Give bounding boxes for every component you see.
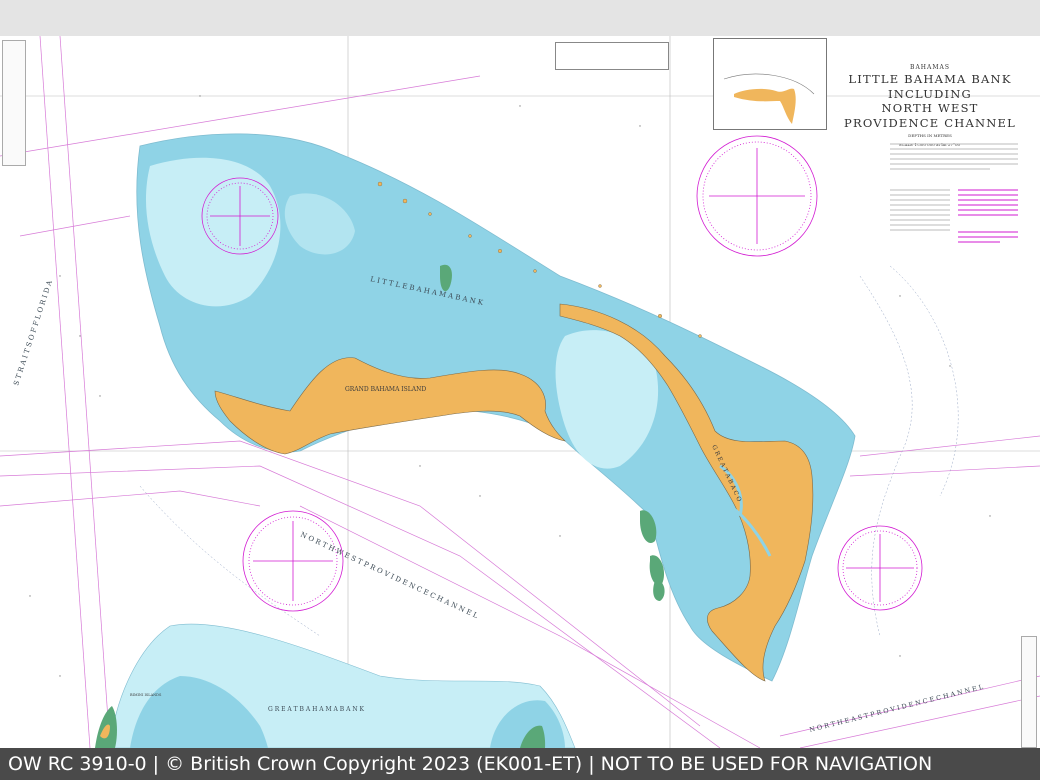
chart-title-line-3: NORTH WEST [881,101,979,115]
notes-lines [890,143,1018,243]
inset-map-svg [723,73,815,124]
label-straits-of-florida: S T R A I T S O F F L O R I D A [12,279,54,387]
chart-title-block: BAHAMAS LITTLE BAHAMA BANK INCLUDING NOR… [832,64,1028,147]
label-nw-providence-channel: N O R T H W E S T P R O V I D E N C E C … [299,531,479,621]
compass-rose-west [201,177,279,255]
top-bar [0,0,1040,36]
latitude-scale-right [1021,636,1037,748]
copyright-footer: OW RC 3910-0 | © British Crown Copyright… [0,748,1040,780]
compass-rose-east [696,135,818,257]
chart-title-line-1: LITTLE BAHAMA BANK [848,72,1012,86]
chart-title-line-2: INCLUDING [888,86,972,101]
tidal-table [555,42,669,70]
latitude-scale-left [2,40,26,166]
label-great-bahama-bank: G R E A T B A H A M A B A N K [268,706,365,713]
inset-location-map [713,38,827,130]
compass-rose-southeast [837,525,923,611]
label-ne-providence-channel: N O R T H E A S T P R O V I D E N C E C … [809,683,985,734]
chart-notes [890,140,1020,261]
nautical-chart[interactable]: L I T T L E B A H A M A B A N K GRAND BA… [0,36,1040,748]
compass-rose-southwest [242,510,344,612]
label-bimini: BIMINI ISLANDS [130,693,162,697]
chart-depths-unit: DEPTHS IN METRES [908,133,952,138]
label-grand-bahama-island: GRAND BAHAMA ISLAND [345,386,426,393]
chart-title-line-4: PROVIDENCE CHANNEL [844,115,1016,130]
chart-country: BAHAMAS [910,64,950,71]
